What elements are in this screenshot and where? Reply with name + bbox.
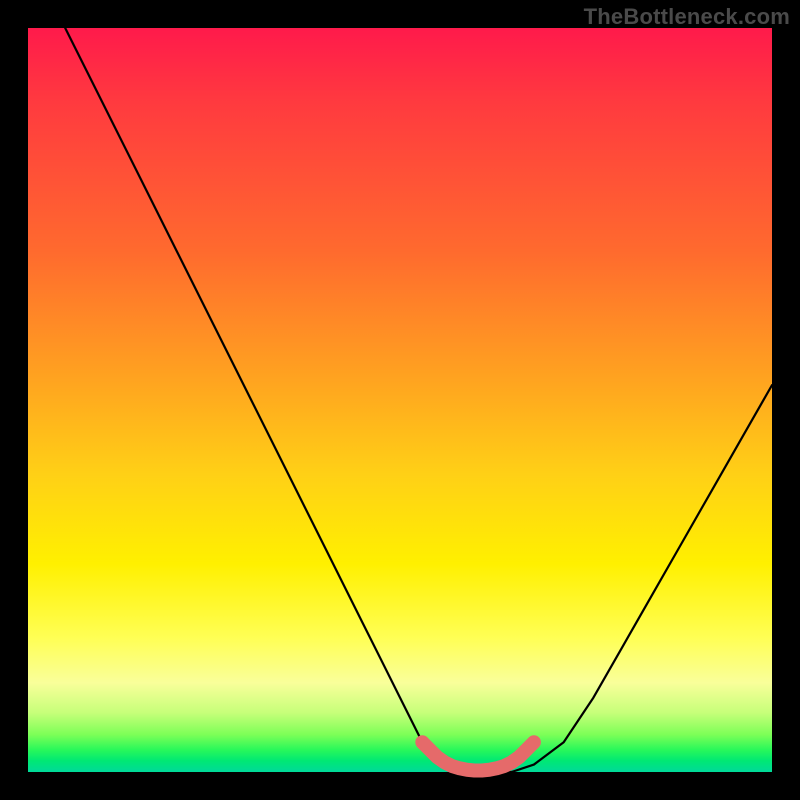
watermark-text: TheBottleneck.com	[584, 4, 790, 30]
chart-svg	[28, 28, 772, 772]
chart-frame: TheBottleneck.com	[0, 0, 800, 800]
optimal-zone-curve	[422, 742, 534, 770]
plot-area	[28, 28, 772, 772]
bottleneck-curve	[65, 28, 772, 772]
